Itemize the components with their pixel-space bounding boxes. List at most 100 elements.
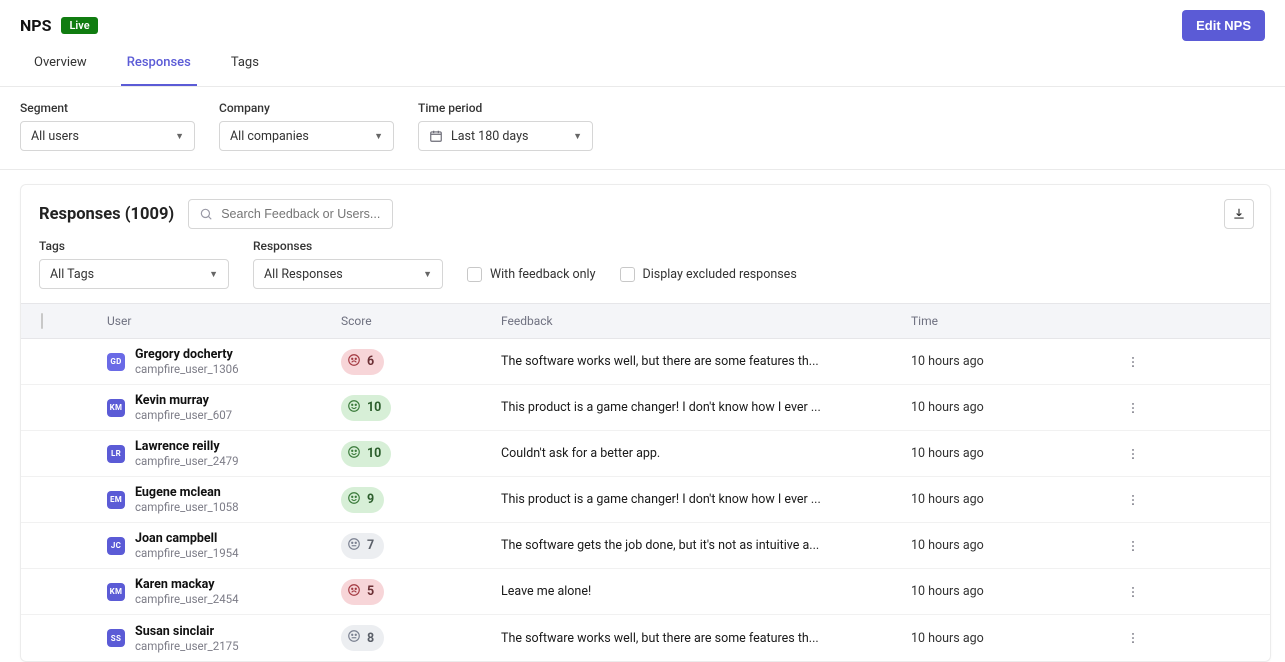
user-name: Gregory docherty bbox=[135, 347, 239, 362]
responses-select-value: All Responses bbox=[264, 267, 343, 282]
score-value: 5 bbox=[367, 584, 374, 599]
face-icon bbox=[347, 399, 361, 417]
row-more-button[interactable] bbox=[1121, 396, 1145, 420]
table-row[interactable]: LR Lawrence reillycampfire_user_2479 10 Cou… bbox=[21, 431, 1270, 477]
user-name: Eugene mclean bbox=[135, 485, 239, 500]
tab-tags[interactable]: Tags bbox=[225, 55, 265, 86]
tags-select[interactable]: All Tags ▼ bbox=[39, 259, 229, 289]
panel-head-left: Responses (1009) bbox=[39, 199, 393, 229]
user-name: Lawrence reilly bbox=[135, 439, 239, 454]
score-value: 7 bbox=[367, 538, 374, 553]
score-pill: 10 bbox=[341, 441, 391, 467]
period-select[interactable]: Last 180 days ▼ bbox=[418, 121, 593, 151]
table-row[interactable]: JCJoan campbellcampfire_user_1954 7 The so… bbox=[21, 523, 1270, 569]
row-more-button[interactable] bbox=[1121, 626, 1145, 650]
user-cell: EMEugene mcleancampfire_user_1058 bbox=[81, 485, 341, 514]
score-value: 10 bbox=[367, 446, 381, 461]
with-feedback-checkbox[interactable] bbox=[467, 267, 482, 282]
table-row[interactable]: KMKevin murraycampfire_user_60710This pr… bbox=[21, 385, 1270, 431]
excluded-checkbox[interactable] bbox=[620, 267, 635, 282]
row-more-button[interactable] bbox=[1121, 442, 1145, 466]
more-vertical-icon bbox=[1126, 355, 1140, 369]
avatar: EM bbox=[107, 491, 125, 509]
table-body: GDGregory dochertycampfire_user_13066The… bbox=[21, 339, 1270, 661]
download-button[interactable] bbox=[1224, 199, 1254, 229]
period-filter-group: Time period Last 180 days ▼ bbox=[418, 101, 593, 151]
row-more-button[interactable] bbox=[1121, 534, 1145, 558]
edit-nps-button[interactable]: Edit NPS bbox=[1182, 10, 1265, 41]
score-cell: 10 bbox=[341, 395, 501, 421]
panel-filters: Tags All Tags ▼ Responses All Responses … bbox=[21, 239, 1270, 303]
score-value: 10 bbox=[367, 400, 381, 415]
table-row[interactable]: GDGregory dochertycampfire_user_13066The… bbox=[21, 339, 1270, 385]
segment-select[interactable]: All users ▼ bbox=[20, 121, 195, 151]
feedback-text: Couldn't ask for a better app. bbox=[501, 446, 901, 461]
tags-select-value: All Tags bbox=[50, 267, 94, 282]
user-handle: campfire_user_1306 bbox=[135, 362, 239, 376]
user-handle: campfire_user_2175 bbox=[135, 639, 239, 653]
face-icon bbox=[347, 583, 361, 601]
time-text: 10 hours ago bbox=[911, 538, 1121, 553]
avatar: JC bbox=[107, 537, 125, 555]
user-name: Susan sinclair bbox=[135, 624, 239, 639]
table-row[interactable]: SSSusan sinclaircampfire_user_21758The s… bbox=[21, 615, 1270, 661]
user-handle: campfire_user_2454 bbox=[135, 592, 239, 606]
avatar: KM bbox=[107, 399, 125, 417]
responses-select[interactable]: All Responses ▼ bbox=[253, 259, 443, 289]
user-cell: JCJoan campbellcampfire_user_1954 bbox=[81, 531, 341, 560]
company-select[interactable]: All companies ▼ bbox=[219, 121, 394, 151]
score-pill: 6 bbox=[341, 349, 384, 375]
header-left: NPS Live bbox=[20, 16, 98, 35]
time-text: 10 hours ago bbox=[911, 354, 1121, 369]
excluded-label: Display excluded responses bbox=[643, 267, 797, 282]
user-handle: campfire_user_2479 bbox=[135, 454, 239, 468]
face-icon bbox=[347, 629, 361, 647]
row-more-button[interactable] bbox=[1121, 580, 1145, 604]
responses-filter-label: Responses bbox=[253, 239, 443, 253]
select-all-checkbox[interactable] bbox=[41, 313, 43, 329]
panel-title: Responses (1009) bbox=[39, 205, 174, 224]
avatar: LR bbox=[107, 445, 125, 463]
table-row[interactable]: EMEugene mcleancampfire_user_10589This p… bbox=[21, 477, 1270, 523]
chevron-down-icon: ▼ bbox=[175, 131, 184, 142]
panel-head: Responses (1009) bbox=[21, 185, 1270, 239]
company-label: Company bbox=[219, 101, 394, 115]
more-vertical-icon bbox=[1126, 631, 1140, 645]
score-cell: 9 bbox=[341, 487, 501, 513]
company-filter-group: Company All companies ▼ bbox=[219, 101, 394, 151]
tabs: Overview Responses Tags bbox=[0, 41, 1285, 87]
search-input[interactable] bbox=[221, 207, 382, 221]
tab-overview[interactable]: Overview bbox=[28, 55, 93, 86]
score-pill: 8 bbox=[341, 625, 384, 651]
segment-select-value: All users bbox=[31, 129, 79, 144]
search-input-wrap[interactable] bbox=[188, 199, 393, 229]
page-title: NPS bbox=[20, 16, 51, 35]
row-more-button[interactable] bbox=[1121, 350, 1145, 374]
score-value: 6 bbox=[367, 354, 374, 369]
tab-responses[interactable]: Responses bbox=[121, 55, 197, 86]
time-text: 10 hours ago bbox=[911, 446, 1121, 461]
feedback-text: The software gets the job done, but it's… bbox=[501, 538, 901, 553]
table-row[interactable]: KMKaren mackaycampfire_user_24545Leave m… bbox=[21, 569, 1270, 615]
feedback-text: This product is a game changer! I don't … bbox=[501, 400, 901, 415]
score-value: 9 bbox=[367, 492, 374, 507]
face-icon bbox=[347, 491, 361, 509]
user-cell: KMKaren mackaycampfire_user_2454 bbox=[81, 577, 341, 606]
col-score: Score bbox=[341, 314, 501, 328]
score-pill: 9 bbox=[341, 487, 384, 513]
panel-title-text: Responses bbox=[39, 205, 121, 224]
page-header: NPS Live Edit NPS bbox=[0, 0, 1285, 41]
time-text: 10 hours ago bbox=[911, 584, 1121, 599]
more-vertical-icon bbox=[1126, 493, 1140, 507]
col-feedback: Feedback bbox=[501, 314, 911, 328]
user-cell: LR Lawrence reillycampfire_user_2479 bbox=[81, 439, 341, 468]
more-vertical-icon bbox=[1126, 585, 1140, 599]
user-handle: campfire_user_1954 bbox=[135, 546, 239, 560]
score-cell: 5 bbox=[341, 579, 501, 605]
col-user: User bbox=[81, 314, 341, 328]
status-badge: Live bbox=[61, 17, 97, 34]
more-vertical-icon bbox=[1126, 539, 1140, 553]
segment-filter-group: Segment All users ▼ bbox=[20, 101, 195, 151]
score-cell: 6 bbox=[341, 349, 501, 375]
row-more-button[interactable] bbox=[1121, 488, 1145, 512]
